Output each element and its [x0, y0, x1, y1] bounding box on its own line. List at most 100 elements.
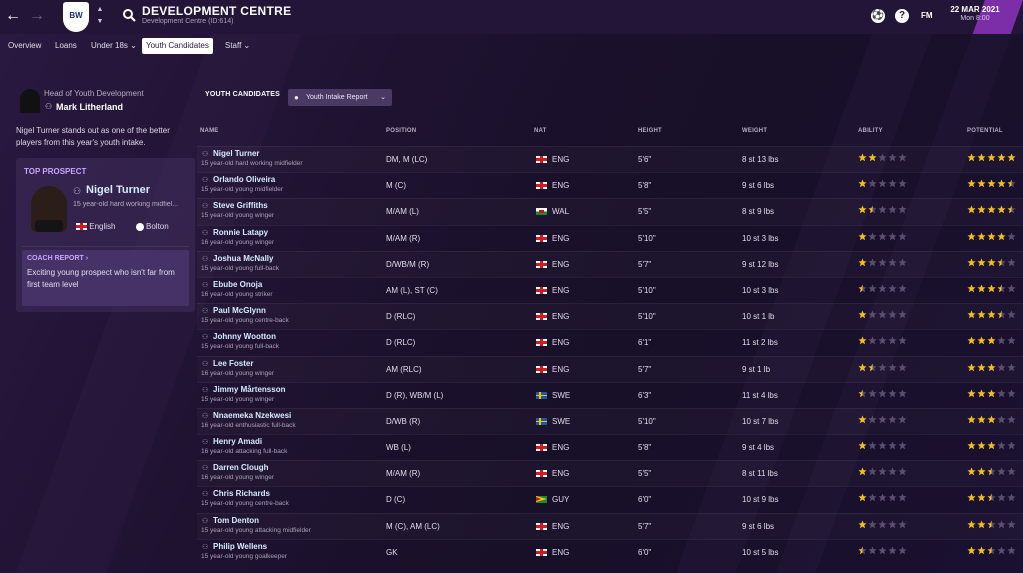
potential-stars[interactable]: [967, 179, 1017, 189]
player-name[interactable]: Ebube Onoja: [213, 280, 262, 289]
potential-stars[interactable]: [967, 310, 1017, 320]
star-icon: [868, 336, 877, 345]
table-row[interactable]: ⚇ Nnaemeka Nzekwesi 16 year-old enthusia…: [197, 407, 1023, 434]
search-icon[interactable]: [122, 8, 136, 22]
table-row[interactable]: ⚇ Paul McGlynn 15 year-old young centre-…: [197, 303, 1023, 329]
ability-stars[interactable]: [858, 310, 908, 320]
chevron-up-icon[interactable]: ▲: [95, 4, 105, 16]
chevron-down-icon[interactable]: ▼: [95, 16, 105, 28]
column-header-name[interactable]: NAME: [200, 128, 218, 134]
column-header-position[interactable]: POSITION: [386, 128, 416, 134]
coach-report-link[interactable]: COACH REPORT ›: [27, 255, 88, 262]
table-row[interactable]: ⚇ Henry Amadi 16 year-old attacking full…: [197, 434, 1023, 460]
ability-stars[interactable]: [858, 520, 908, 530]
ability-stars[interactable]: [858, 232, 908, 242]
ability-stars[interactable]: [858, 179, 908, 189]
potential-stars[interactable]: [967, 205, 1017, 215]
potential-stars[interactable]: [967, 467, 1017, 477]
date-display[interactable]: 22 MAR 2021 Mon 8:00: [944, 5, 1006, 27]
potential-stars[interactable]: [967, 232, 1017, 242]
table-row[interactable]: ⚇ Lee Foster 16 year-old young winger AM…: [197, 355, 1023, 382]
column-header-nat[interactable]: NAT: [534, 128, 547, 134]
potential-stars[interactable]: [967, 336, 1017, 346]
potential-stars[interactable]: [967, 493, 1017, 503]
top-prospect-club[interactable]: Bolton: [136, 222, 169, 231]
tab-staff[interactable]: Staff ⌄: [221, 38, 254, 54]
player-name[interactable]: Johnny Wootton: [213, 332, 276, 341]
swe-flag-icon: [536, 417, 547, 425]
player-name[interactable]: Ronnie Latapy: [213, 228, 268, 237]
player-name[interactable]: Lee Foster: [213, 359, 253, 368]
ability-stars[interactable]: [858, 205, 908, 215]
potential-stars[interactable]: [967, 441, 1017, 451]
table-row[interactable]: ⚇ Philip Wellens 15 year-old young goalk…: [197, 538, 1023, 565]
column-header-potential[interactable]: POTENTIAL: [967, 128, 1003, 134]
top-prospect-name[interactable]: Nigel Turner: [86, 184, 150, 196]
tab-youth-candidates[interactable]: Youth Candidates: [142, 38, 213, 54]
tab-loans[interactable]: Loans: [51, 38, 81, 54]
table-row[interactable]: ⚇ Tom Denton 15 year-old young attacking…: [197, 512, 1023, 539]
intake-summary: Nigel Turner stands out as one of the be…: [16, 126, 170, 147]
player-name[interactable]: Paul McGlynn: [213, 306, 266, 315]
player-name[interactable]: Jimmy Mårtensson: [213, 385, 285, 394]
player-name[interactable]: Orlando Oliveira: [213, 175, 275, 184]
ability-stars[interactable]: [858, 546, 908, 556]
potential-stars[interactable]: [967, 284, 1017, 294]
potential-stars[interactable]: [967, 389, 1017, 399]
player-name[interactable]: Nnaemeka Nzekwesi: [213, 411, 291, 420]
potential-stars[interactable]: [967, 415, 1017, 425]
potential-stars[interactable]: [967, 546, 1017, 556]
player-name[interactable]: Joshua McNally: [213, 254, 273, 263]
table-row[interactable]: ⚇ Steve Griffiths 15 year-old young wing…: [197, 198, 1023, 224]
table-row[interactable]: ⚇ Chris Richards 15 year-old young centr…: [197, 486, 1023, 512]
potential-stars[interactable]: [967, 153, 1017, 163]
forward-arrow-icon[interactable]: →: [28, 7, 46, 25]
club-crest[interactable]: [63, 2, 89, 32]
table-row[interactable]: ⚇ Darren Clough 16 year-old young winger…: [197, 460, 1023, 486]
ability-stars[interactable]: [858, 284, 908, 294]
player-name[interactable]: Nigel Turner: [213, 149, 260, 158]
ability-stars[interactable]: [858, 493, 908, 503]
player-name[interactable]: Chris Richards: [213, 489, 270, 498]
staff-avatar[interactable]: [20, 89, 40, 113]
table-row[interactable]: ⚇ Nigel Turner 15 year-old hard working …: [197, 146, 1023, 172]
fm-menu[interactable]: FM: [921, 11, 933, 20]
ability-stars[interactable]: [858, 389, 908, 399]
table-row[interactable]: ⚇ Ebube Onoja 16 year-old young striker …: [197, 276, 1023, 303]
table-row[interactable]: ⚇ Orlando Oliveira 15 year-old young mid…: [197, 172, 1023, 198]
ability-stars[interactable]: [858, 441, 908, 451]
view-select[interactable]: ● Youth Intake Report ⌄: [288, 89, 392, 106]
hoyd-name[interactable]: Mark Litherland: [56, 102, 123, 112]
column-header-ability[interactable]: ABILITY: [858, 128, 883, 134]
star-icon: [878, 179, 887, 188]
table-row[interactable]: ⚇ Johnny Wootton 15 year-old young full-…: [197, 329, 1023, 355]
column-header-height[interactable]: HEIGHT: [638, 128, 662, 134]
ability-stars[interactable]: [858, 336, 908, 346]
player-name[interactable]: Tom Denton: [213, 516, 259, 525]
back-arrow-icon[interactable]: ←: [4, 7, 22, 25]
player-name[interactable]: Philip Wellens: [213, 542, 267, 551]
ability-stars[interactable]: [858, 362, 908, 373]
person-icon: ⚇: [202, 334, 209, 342]
player-portrait[interactable]: [31, 186, 67, 232]
tab-overview[interactable]: Overview: [4, 38, 45, 54]
potential-stars[interactable]: [967, 520, 1017, 530]
ability-stars[interactable]: [858, 153, 908, 163]
ability-stars[interactable]: [858, 415, 908, 425]
potential-stars[interactable]: [967, 258, 1017, 268]
player-name[interactable]: Steve Griffiths: [213, 201, 268, 210]
ball-icon[interactable]: ⚽: [871, 9, 885, 23]
star-icon: [888, 153, 897, 162]
column-header-weight[interactable]: WEIGHT: [742, 128, 767, 134]
table-row[interactable]: ⚇ Joshua McNally 15 year-old young full-…: [197, 250, 1023, 277]
club-switcher[interactable]: ▲ ▼: [95, 4, 105, 28]
ability-stars[interactable]: [858, 258, 908, 268]
help-icon[interactable]: ?: [895, 9, 909, 23]
ability-stars[interactable]: [858, 467, 908, 477]
potential-stars[interactable]: [967, 362, 1017, 373]
tab-under-18s[interactable]: Under 18s ⌄: [87, 38, 141, 54]
player-name[interactable]: Darren Clough: [213, 463, 269, 472]
table-row[interactable]: ⚇ Jimmy Mårtensson 15 year-old young win…: [197, 381, 1023, 408]
table-row[interactable]: ⚇ Ronnie Latapy 16 year-old young winger…: [197, 224, 1023, 251]
player-name[interactable]: Henry Amadi: [213, 437, 262, 446]
